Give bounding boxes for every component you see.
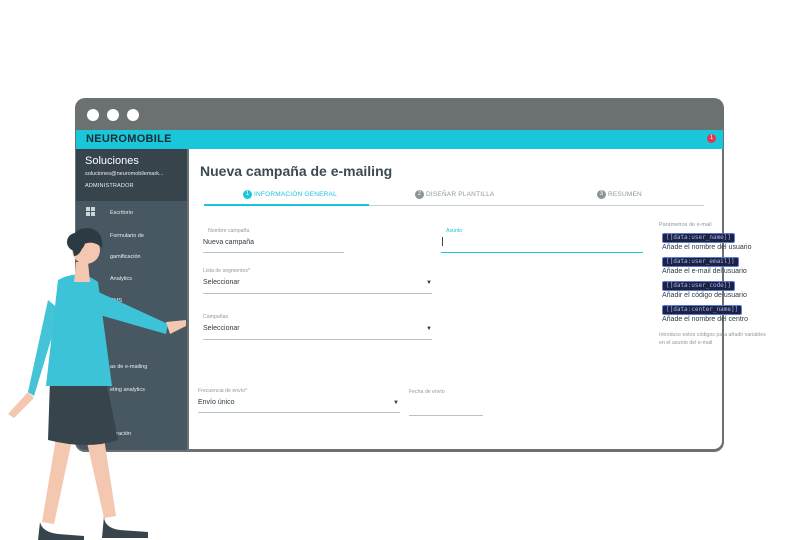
company-name: Soluciones	[85, 155, 139, 167]
user-role: ADMINISTRADOR	[85, 183, 134, 189]
sidebar-item-label: eting analytics	[110, 387, 145, 393]
sidebar-item-configuracion[interactable]: guración	[76, 428, 187, 442]
param-code-user-name[interactable]: [[data:user_name]]	[662, 233, 736, 243]
left-leg	[42, 438, 72, 524]
chevron-down-icon[interactable]: ▼	[426, 326, 432, 332]
segmentos-label: Lista de segmentos*	[203, 268, 251, 274]
sidebar-item-analytics[interactable]: Analytics	[76, 273, 187, 287]
step-number: 3	[597, 190, 606, 199]
param-desc-center-name: Añade el nombre del centro	[662, 316, 748, 323]
param-desc-user-name: Añade el nombre del usuario	[662, 244, 752, 251]
asunto-underline	[441, 252, 643, 253]
sidebar-item-hidden[interactable]: l	[76, 406, 187, 420]
sidebar-item-label: Escritorio	[110, 210, 133, 216]
window-dot-maximize[interactable]	[127, 109, 139, 121]
sidebar-item-label: CMS	[110, 298, 123, 304]
param-code-center-name[interactable]: [[data:center_name]]	[662, 305, 743, 315]
fecha-underline	[409, 415, 483, 416]
left-sleeve	[28, 300, 60, 396]
param-code-user-code[interactable]: [[data:user_code]]	[662, 281, 736, 291]
step-number: 1	[243, 190, 252, 199]
step-label: DISEÑAR PLANTILLA	[426, 191, 495, 199]
step-label: RESUMEN	[608, 191, 642, 199]
left-hand	[8, 392, 34, 418]
sidebar-item-marketing-analytics[interactable]: eting analytics	[76, 384, 187, 398]
page-title: Nueva campaña de e-mailing	[200, 163, 393, 179]
sidebar-item-escritorio[interactable]: Escritorio	[76, 207, 187, 221]
param-desc-user-code: Añadir el código de usuario	[662, 292, 747, 299]
sidebar-item-label: Analytics	[110, 276, 133, 282]
step-informacion-general[interactable]: 1 INFORMACIÓN GENERAL	[243, 190, 337, 199]
sidebar-item-label: gamificación	[110, 254, 141, 260]
param-desc-user-email: Añade el e-mail del usuario	[662, 268, 747, 275]
sidebar-item-label: l	[110, 409, 112, 415]
app-window: NEUROMOBILE 1 Soluciones soluciones@neur…	[75, 98, 766, 452]
sidebar: Soluciones soluciones@neuromobilemark...…	[76, 149, 187, 450]
step-disenar-plantilla[interactable]: 2 DISEÑAR PLANTILLA	[415, 190, 494, 199]
text-cursor	[442, 237, 443, 246]
fecha-label: Fecha de envío	[409, 389, 445, 395]
sidebar-item-label: as de e-mailing	[110, 364, 148, 370]
chevron-down-icon[interactable]: ▼	[426, 280, 432, 286]
campanas-label: Campañas	[203, 314, 229, 320]
chevron-down-icon[interactable]: ▼	[393, 400, 399, 406]
main-panel: Nueva campaña de e-mailing 1 INFORMACIÓN …	[189, 149, 766, 449]
dashboard-icon	[86, 207, 95, 216]
right-shoe	[102, 516, 148, 538]
params-note: Introduce estos códigos para añadir vari…	[659, 332, 766, 346]
brand-bar: NEUROMOBILE 1	[76, 130, 723, 149]
brand-logo[interactable]: NEUROMOBILE	[86, 133, 172, 145]
nombre-label: Nombre campaña	[208, 228, 250, 234]
param-code-user-email[interactable]: [[data:user_email]]	[662, 257, 739, 267]
frecuencia-underline	[198, 412, 400, 413]
campanas-underline	[203, 339, 432, 340]
nombre-input[interactable]: Nueva campaña	[203, 239, 254, 246]
step-number: 2	[415, 190, 424, 199]
left-shoe	[38, 522, 84, 540]
sidebar-item-cms[interactable]: CMS	[76, 295, 187, 309]
sidebar-item-gamificacion[interactable]: gamificación	[76, 251, 187, 265]
nombre-underline	[203, 252, 344, 253]
window-dot-close[interactable]	[87, 109, 99, 121]
frecuencia-label: Frecuencia de envío*	[198, 388, 248, 394]
step-label: INFORMACIÓN GENERAL	[254, 191, 337, 199]
sidebar-item-label: guración	[110, 431, 132, 437]
notification-badge[interactable]: 1	[707, 134, 716, 143]
step-resumen[interactable]: 3 RESUMEN	[597, 190, 642, 199]
window-dot-minimize[interactable]	[107, 109, 119, 121]
user-email: soluciones@neuromobilemark...	[85, 171, 164, 177]
step-progress-fill	[204, 204, 369, 206]
segmentos-select[interactable]: Seleccionar	[203, 279, 240, 286]
user-box: Soluciones soluciones@neuromobilemark...…	[76, 149, 187, 201]
sidebar-item-label: Formulario de	[110, 233, 144, 239]
stage: NEUROMOBILE 1 Soluciones soluciones@neur…	[0, 0, 800, 540]
segmentos-underline	[203, 293, 432, 294]
params-title: Parámetros de e-mail	[659, 222, 712, 228]
campanas-select[interactable]: Seleccionar	[203, 325, 240, 332]
sidebar-item-emailing[interactable]: as de e-mailing	[76, 361, 187, 375]
sidebar-item-formulario[interactable]: Formulario de	[76, 230, 187, 244]
frecuencia-select[interactable]: Envío único	[198, 399, 235, 406]
asunto-label: Asunto	[446, 228, 463, 234]
